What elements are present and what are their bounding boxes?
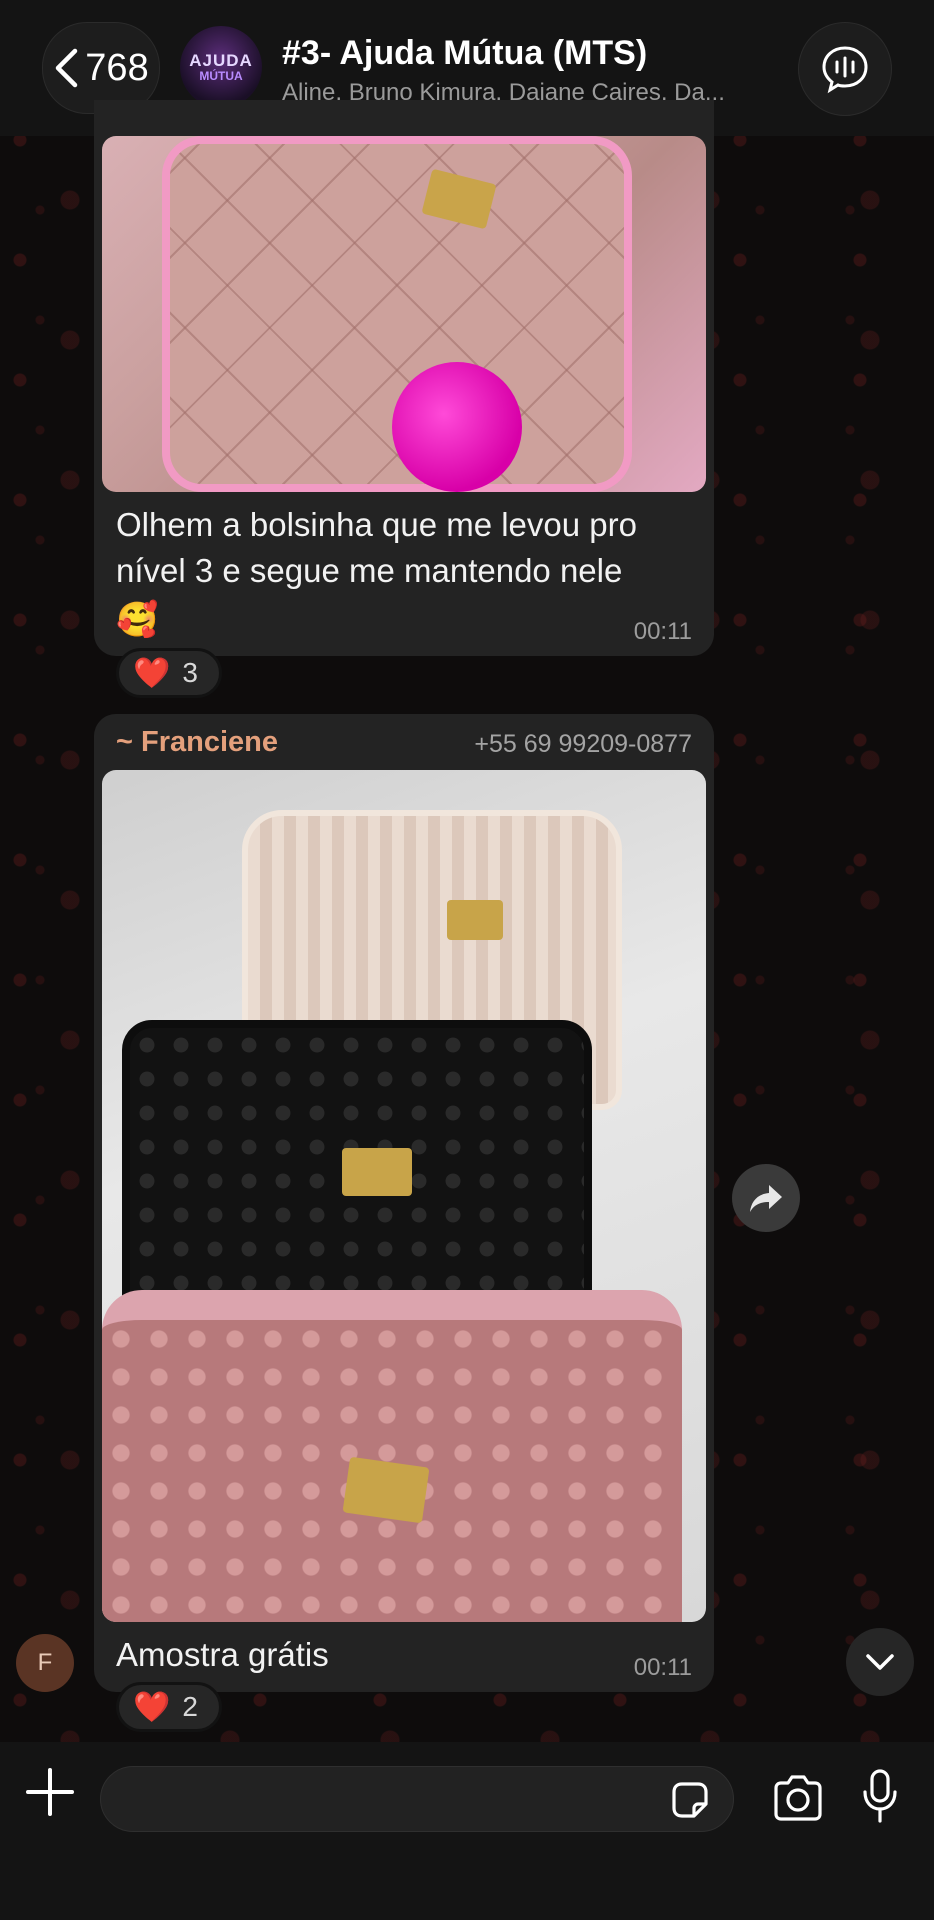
message-caption: Amostra grátis xyxy=(116,1636,329,1673)
group-info[interactable]: #3- Ajuda Mútua (MTS) Aline, Bruno Kimur… xyxy=(282,34,782,107)
message-input-bar xyxy=(0,1742,934,1920)
group-title: #3- Ajuda Mútua (MTS) xyxy=(282,34,648,72)
reaction-badge[interactable]: ❤️ 3 xyxy=(116,648,222,698)
message-emoji: 🥰 xyxy=(116,601,159,639)
plus-icon[interactable] xyxy=(24,1766,76,1818)
group-avatar-text: AJUDA xyxy=(189,50,253,70)
microphone-icon[interactable] xyxy=(862,1768,898,1824)
pompom-image xyxy=(392,362,522,492)
bag-label xyxy=(342,1148,412,1196)
message-input[interactable] xyxy=(100,1766,734,1832)
camera-icon[interactable] xyxy=(772,1774,824,1822)
message-time: 00:11 xyxy=(633,618,692,645)
sender-name[interactable]: ~ Franciene xyxy=(116,726,278,759)
chevron-left-icon xyxy=(56,48,78,88)
chevron-down-icon xyxy=(866,1654,894,1670)
message-bubble[interactable]: Olhem a bolsinha que me levou pro nível … xyxy=(94,100,714,656)
reaction-count: 2 xyxy=(182,1691,198,1722)
voice-chat-button[interactable] xyxy=(798,22,892,116)
forward-icon xyxy=(750,1185,782,1212)
sticker-icon[interactable] xyxy=(668,1778,712,1822)
message-photo[interactable] xyxy=(102,770,706,1622)
unread-count: 768 xyxy=(85,46,149,89)
message-caption: Olhem a bolsinha que me levou pro nível … xyxy=(116,506,637,589)
reaction-count: 3 xyxy=(182,657,198,688)
bag-image xyxy=(102,1290,682,1622)
message-photo[interactable] xyxy=(102,136,706,492)
heart-icon: ❤️ xyxy=(133,656,171,690)
bag-label xyxy=(447,900,503,940)
group-avatar-subtext: MÚTUA xyxy=(199,68,243,83)
message-bubble[interactable]: ~ Franciene +55 69 99209-0877 Amostra gr… xyxy=(94,714,714,1692)
group-avatar[interactable]: AJUDA MÚTUA xyxy=(180,26,262,108)
forward-button[interactable] xyxy=(732,1164,800,1232)
scroll-to-bottom-button[interactable] xyxy=(846,1628,914,1696)
sender-avatar[interactable]: F xyxy=(16,1634,74,1692)
heart-icon: ❤️ xyxy=(133,1690,171,1724)
reaction-badge[interactable]: ❤️ 2 xyxy=(116,1682,222,1732)
voice-chat-icon xyxy=(822,46,868,94)
bag-label xyxy=(342,1456,430,1524)
sender-phone: +55 69 99209-0877 xyxy=(474,730,692,758)
message-time: 00:11 xyxy=(633,1654,692,1681)
